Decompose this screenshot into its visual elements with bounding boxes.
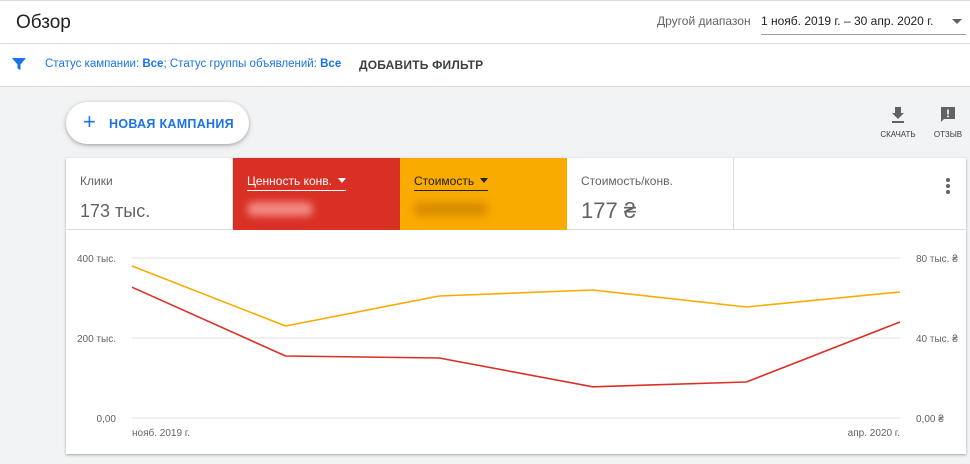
metric-label: Стоимость/конв. [581, 174, 673, 188]
filter-bar: Статус кампании: Все; Статус группы объя… [0, 44, 970, 87]
new-campaign-button[interactable]: + НОВАЯ КАМПАНИЯ [66, 102, 249, 144]
filter-icon[interactable] [11, 56, 27, 72]
plus-icon: + [83, 109, 96, 134]
active-filters[interactable]: Статус кампании: Все; Статус группы объя… [45, 58, 341, 70]
filter-separator: ; [163, 58, 167, 70]
metric-label-text: Ценность конв. [247, 174, 332, 188]
metric-label[interactable]: Стоимость [414, 174, 489, 191]
x-tick-label: апр. 2020 г. [848, 428, 900, 439]
feedback-label: ОТЗЫВ [933, 130, 963, 139]
page-title: Обзор [16, 12, 71, 33]
feedback-icon [941, 107, 955, 122]
campaign-status-value: Все [142, 58, 164, 70]
y-tick-label-right: 40 тыс. ₴ [916, 334, 958, 345]
redacted-value [247, 202, 313, 216]
top-bar: Обзор Другой диапазон 1 нояб. 2019 г. – … [0, 0, 970, 44]
more-vert-icon[interactable] [942, 178, 954, 198]
empty-metric-slot[interactable] [734, 158, 966, 230]
caret-down-icon [337, 178, 346, 183]
download-icon [892, 107, 904, 123]
performance-chart: 0,00 0,00 ₴ 200 тыс. 40 тыс. ₴ 400 тыс. 80 ты… [66, 230, 966, 454]
y-tick-label-left: 200 тыс. [77, 334, 116, 345]
caret-down-icon [480, 178, 489, 183]
series-line-right [131, 265, 901, 327]
performance-card: Клики 173 тыс. Ценность конв. Стоимость … [66, 158, 966, 454]
redacted-value [414, 202, 488, 216]
metric-label: Клики [80, 174, 113, 188]
chart-svg: 0,00 0,00 ₴ 200 тыс. 40 тыс. ₴ 400 тыс. 80 ты… [77, 254, 958, 439]
y-tick-label-left: 400 тыс. [77, 254, 116, 265]
metric-cost-per-conversion[interactable]: Стоимость/конв. 177 ₴ [567, 158, 734, 230]
new-campaign-label: НОВАЯ КАМПАНИЯ [109, 117, 234, 131]
date-range-select[interactable]: 1 нояб. 2019 г. – 30 апр. 2020 г. [761, 7, 966, 35]
metric-label-text: Стоимость [414, 174, 475, 188]
y-tick-label-right: 80 тыс. ₴ [916, 254, 958, 265]
metric-clicks[interactable]: Клики 173 тыс. [66, 158, 233, 230]
download-label: СКАЧАТЬ [880, 130, 916, 139]
chevron-down-icon [952, 19, 962, 24]
date-range-label: Другой диапазон [657, 14, 751, 28]
campaign-status-label: Статус кампании: [45, 58, 140, 70]
feedback-button[interactable]: ОТЗЫВ [928, 106, 968, 142]
series-line-left [131, 286, 901, 388]
add-filter-button[interactable]: ДОБАВИТЬ ФИЛЬТР [359, 58, 483, 72]
date-range-value: 1 нояб. 2019 г. – 30 апр. 2020 г. [761, 14, 934, 28]
x-tick-label: нояб. 2019 г. [132, 427, 190, 439]
download-button[interactable]: СКАЧАТЬ [878, 106, 918, 142]
ad-group-status-label: Статус группы объявлений: [169, 58, 317, 70]
metric-value: 177 ₴ [581, 198, 637, 223]
metric-cost[interactable]: Стоимость [400, 158, 567, 230]
y-tick-label-right: 0,00 ₴ [916, 414, 944, 425]
metric-value: 173 тыс. [80, 201, 151, 221]
metric-conversion-value[interactable]: Ценность конв. [233, 158, 400, 230]
metric-label[interactable]: Ценность конв. [247, 174, 346, 191]
ad-group-status-value: Все [320, 58, 342, 70]
y-tick-label-left: 0,00 [97, 414, 117, 425]
